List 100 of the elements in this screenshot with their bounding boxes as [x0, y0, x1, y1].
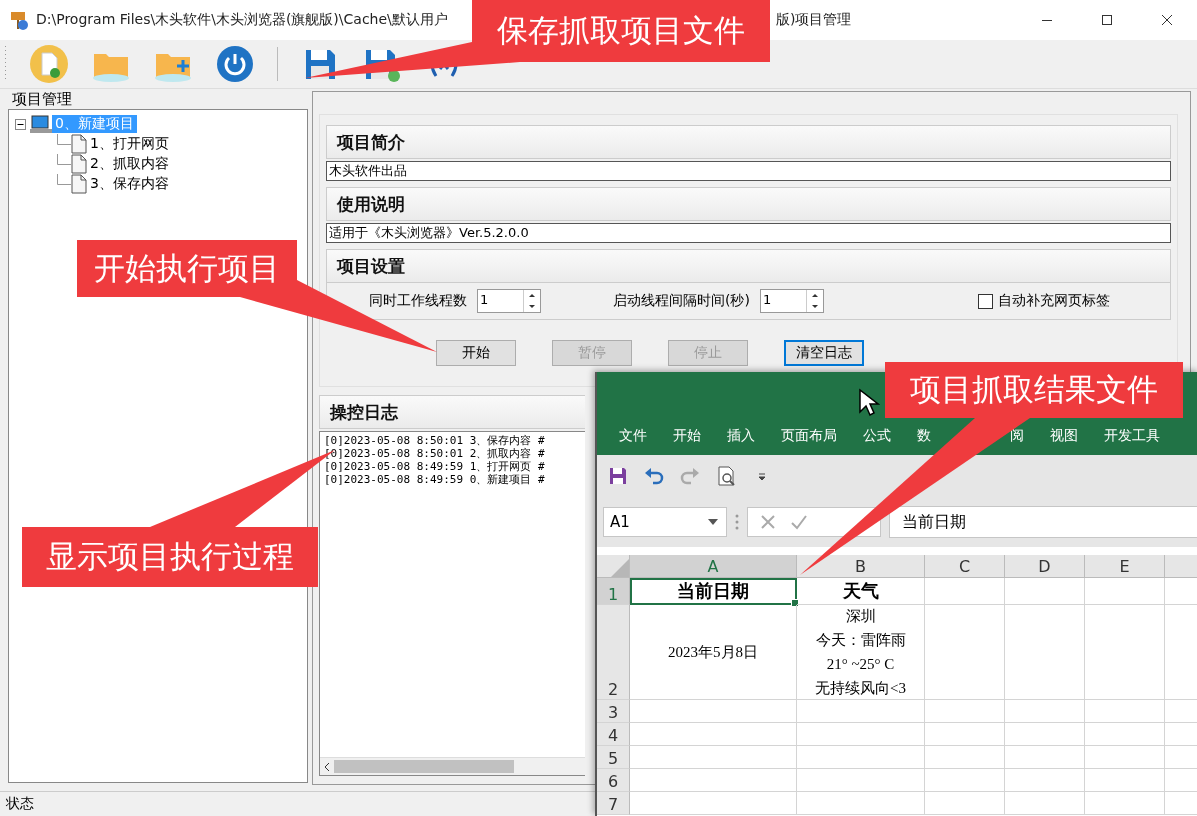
ribbon-tab[interactable]: 数: [917, 427, 931, 445]
save-icon[interactable]: [607, 465, 629, 487]
text-field[interactable]: 木头软件出品: [326, 161, 1171, 181]
spreadsheet-cell[interactable]: [797, 792, 925, 815]
ribbon-tab[interactable]: 开发工具: [1104, 427, 1160, 445]
spreadsheet-cell[interactable]: [797, 769, 925, 792]
collapse-icon[interactable]: [15, 118, 26, 130]
formula-field[interactable]: 当前日期: [889, 506, 1197, 538]
ribbon-tab[interactable]: 视图: [1050, 427, 1078, 445]
app-icon: [8, 9, 30, 31]
spreadsheet-cell[interactable]: [1005, 605, 1085, 700]
column-header[interactable]: A: [630, 555, 797, 578]
tree-item[interactable]: 3、保存内容: [87, 175, 172, 193]
column-header[interactable]: C: [925, 555, 1005, 578]
spreadsheet-cell[interactable]: [630, 792, 797, 815]
spreadsheet-cell[interactable]: 天气: [797, 578, 925, 605]
row-header[interactable]: 1: [597, 578, 630, 605]
window-title: D:\Program Files\木头软件\木头浏览器(旗舰版)\Cache\默认用户: [36, 11, 448, 29]
spreadsheet-cell[interactable]: [925, 700, 1005, 723]
column-header[interactable]: E: [1085, 555, 1165, 578]
action-button[interactable]: 清空日志: [784, 340, 864, 366]
spreadsheet-cell[interactable]: [925, 769, 1005, 792]
spreadsheet-cell[interactable]: [925, 746, 1005, 769]
text-field[interactable]: 适用于《木头浏览器》Ver.5.2.0.0: [326, 223, 1171, 243]
spreadsheet-cell[interactable]: [1005, 723, 1085, 746]
checkbox-label: 自动补充网页标签: [998, 292, 1110, 310]
callout: 项目抓取结果文件: [885, 362, 1183, 418]
action-button[interactable]: 开始: [436, 340, 516, 366]
ribbon-tab[interactable]: 公式: [863, 427, 891, 445]
spreadsheet-cell[interactable]: [1085, 700, 1165, 723]
column-header[interactable]: D: [1005, 555, 1085, 578]
spreadsheet-cell[interactable]: [925, 578, 1005, 605]
spreadsheet-cell[interactable]: [1085, 792, 1165, 815]
caret-icon[interactable]: [708, 519, 718, 525]
ribbon-tab[interactable]: 开始: [673, 427, 701, 445]
ribbon-tab[interactable]: 文件: [619, 427, 647, 445]
computer-icon: [30, 114, 52, 134]
column-header[interactable]: [1165, 555, 1197, 578]
spreadsheet-cell[interactable]: [797, 723, 925, 746]
ribbon-tab[interactable]: 页面布局: [781, 427, 837, 445]
row-header[interactable]: 6: [597, 769, 630, 792]
spreadsheet-cell[interactable]: 2023年5月8日: [630, 605, 797, 700]
row-header[interactable]: 3: [597, 700, 630, 723]
spreadsheet-cell[interactable]: [797, 700, 925, 723]
maximize-icon[interactable]: [1101, 14, 1113, 26]
spreadsheet-cell[interactable]: [630, 769, 797, 792]
tree-item[interactable]: 1、打开网页: [87, 135, 172, 153]
column-header[interactable]: B: [797, 555, 925, 578]
check-icon[interactable]: [790, 514, 808, 530]
spreadsheet-cell[interactable]: [1085, 723, 1165, 746]
spreadsheet-cell[interactable]: [1085, 605, 1165, 700]
window-title: 版)项目管理: [776, 11, 852, 29]
spreadsheet-cell[interactable]: [925, 605, 1005, 700]
new-document-icon[interactable]: [29, 44, 69, 84]
spreadsheet-cell[interactable]: [630, 746, 797, 769]
spreadsheet-cell[interactable]: [630, 700, 797, 723]
spreadsheet-cell[interactable]: [1005, 792, 1085, 815]
number-spinner[interactable]: 1: [477, 289, 541, 313]
select-all-corner[interactable]: [597, 555, 630, 578]
row-header[interactable]: 4: [597, 723, 630, 746]
spreadsheet-cell[interactable]: 深圳 今天：雷阵雨 21° ~25° C 无持续风向<3: [797, 605, 925, 700]
scrollbar[interactable]: [320, 757, 585, 775]
spreadsheet-cell[interactable]: [925, 723, 1005, 746]
ribbon-tab[interactable]: 插入: [727, 427, 755, 445]
spreadsheet-cell[interactable]: [1085, 769, 1165, 792]
log-line: [0]2023-05-08 8:49:59 0、新建项目 #: [324, 473, 545, 486]
field-label: 同时工作线程数: [369, 292, 467, 310]
document-icon: [71, 134, 87, 154]
spreadsheet-cell[interactable]: [797, 746, 925, 769]
spreadsheet-cell[interactable]: [1085, 578, 1165, 605]
callout: 显示项目执行过程: [22, 527, 318, 587]
cancel-icon[interactable]: [760, 514, 776, 530]
tree-connector: [57, 174, 71, 185]
log-line: [0]2023-05-08 8:50:01 2、抓取内容 #: [324, 447, 545, 460]
spreadsheet-cell[interactable]: [1005, 769, 1085, 792]
row-header[interactable]: 5: [597, 746, 630, 769]
checkbox[interactable]: [978, 293, 993, 309]
minimize-icon[interactable]: [1041, 18, 1053, 22]
undo-icon[interactable]: [643, 465, 665, 487]
scroll-left-icon[interactable]: [324, 761, 330, 772]
spreadsheet-cell[interactable]: [1005, 746, 1085, 769]
number-spinner[interactable]: 1: [759, 289, 824, 313]
spreadsheet-cell[interactable]: [1085, 746, 1165, 769]
name-box[interactable]: A1: [603, 507, 727, 537]
spreadsheet-cell[interactable]: [925, 792, 1005, 815]
tree-item[interactable]: 2、抓取内容: [87, 155, 172, 173]
spreadsheet-cell[interactable]: [1005, 578, 1085, 605]
cursor-icon: [858, 388, 880, 418]
row-header[interactable]: 2: [597, 605, 630, 700]
print-preview-icon[interactable]: [715, 465, 737, 487]
document-icon: [71, 154, 87, 174]
ribbon-tab[interactable]: 阅: [1010, 427, 1024, 445]
spreadsheet-cell[interactable]: 当前日期: [630, 578, 797, 605]
spreadsheet-cell[interactable]: [1005, 700, 1085, 723]
redo-icon[interactable]: [679, 465, 701, 487]
spreadsheet-cell[interactable]: [630, 723, 797, 746]
close-icon[interactable]: [1161, 14, 1173, 26]
power-icon[interactable]: [215, 44, 255, 84]
field-label: 启动线程间隔时间(秒): [613, 292, 750, 310]
row-header[interactable]: 7: [597, 792, 630, 815]
